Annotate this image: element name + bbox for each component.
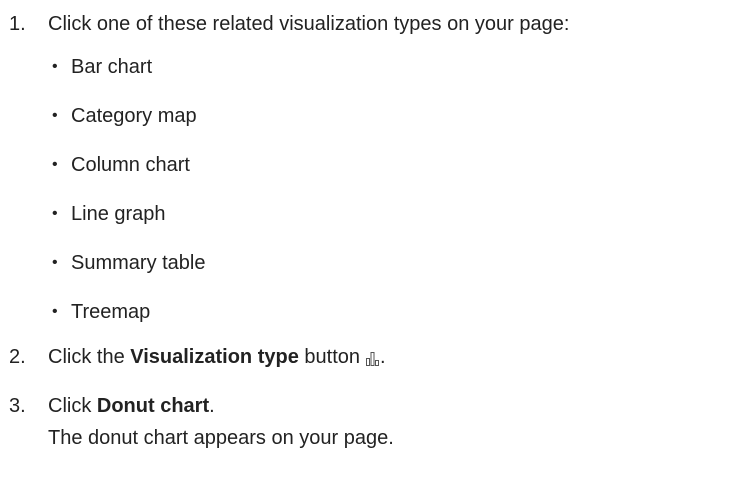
- step-2: 2. Click the Visualization type button.: [0, 345, 741, 369]
- visualization-option-line-graph: Line graph: [71, 203, 166, 225]
- ui-label-donut-chart: Donut chart: [96, 395, 210, 417]
- step-instruction: Click the Visualization type button.: [48, 345, 386, 372]
- step-3: 3. Click Donut chart.: [0, 394, 741, 418]
- bullet: •: [52, 205, 58, 222]
- bullet: •: [52, 303, 58, 320]
- list-item: • Column chart: [0, 153, 741, 177]
- bullet: •: [52, 156, 58, 173]
- visualization-option-summary-table: Summary table: [71, 252, 206, 274]
- instruction-end: .: [209, 395, 215, 417]
- list-item: • Treemap: [0, 300, 741, 324]
- visualization-option-category-map: Category map: [71, 105, 197, 127]
- bullet: •: [52, 107, 58, 124]
- instruction-prefix: Click the: [48, 346, 131, 368]
- visualization-option-treemap: Treemap: [71, 301, 151, 323]
- step-number: 1.: [9, 13, 26, 35]
- visualization-option-bar-chart: Bar chart: [71, 56, 153, 78]
- step-instruction: Click Donut chart.: [48, 394, 215, 418]
- step-number: 2.: [9, 346, 26, 368]
- list-item: • Category map: [0, 104, 741, 128]
- visualization-option-column-chart: Column chart: [71, 154, 190, 176]
- step-3-result: The donut chart appears on your page.: [0, 426, 741, 450]
- instruction-end: .: [380, 346, 386, 368]
- bullet: •: [52, 254, 58, 271]
- list-item: • Summary table: [0, 251, 741, 275]
- step-result-text: The donut chart appears on your page.: [48, 427, 394, 449]
- instruction-suffix: button: [298, 346, 360, 368]
- visualization-type-icon: [366, 348, 380, 372]
- step-number: 3.: [9, 395, 26, 417]
- instruction-prefix: Click: [48, 395, 97, 417]
- list-item: • Line graph: [0, 202, 741, 226]
- step-1: 1. Click one of these related visualizat…: [0, 12, 741, 36]
- list-item: • Bar chart: [0, 55, 741, 79]
- ui-label-visualization-type: Visualization type: [130, 346, 299, 368]
- bullet: •: [52, 58, 58, 75]
- step-instruction: Click one of these related visualization…: [48, 13, 570, 35]
